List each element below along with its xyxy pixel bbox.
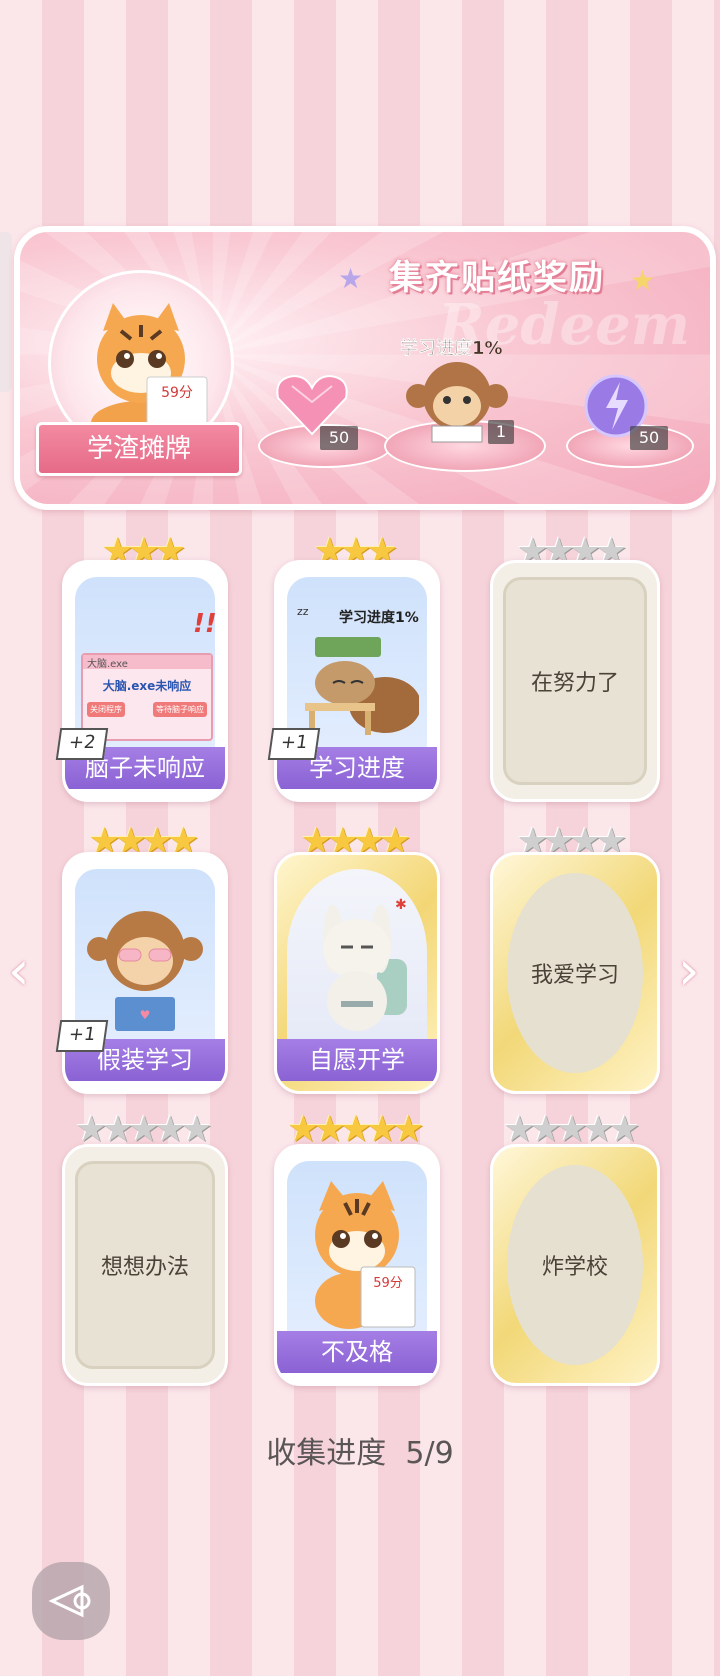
star-rating: ★ ★ ★ ★ ★ <box>490 1112 654 1148</box>
sloth-sleeping-icon <box>305 637 419 735</box>
sticker-card-voluntary-school[interactable]: ✱ 自愿开学 <box>274 852 440 1094</box>
fail-paper-score: 59分 <box>373 1276 403 1291</box>
back-arrow-icon <box>48 1584 91 1618</box>
sticker-card-pretend-study[interactable]: ♥ 假装学习 <box>62 852 228 1094</box>
duplicate-count-badge: +1 <box>55 1020 109 1052</box>
reward-count: 1 <box>488 420 514 444</box>
duplicate-count-badge: +1 <box>267 728 321 760</box>
card-art-caption: 学习进度1% <box>339 610 419 626</box>
card-name: 炸学校 <box>541 1255 608 1280</box>
gold-star-icon: ★ <box>630 264 656 297</box>
tiger-fail-paper-icon: 59分 <box>315 1181 416 1329</box>
banner-title: 集齐贴纸奖励 <box>389 258 605 298</box>
prev-page-arrow-icon[interactable]: ‹ <box>8 944 30 998</box>
card-name: 在努力了 <box>530 671 619 696</box>
sticker-card-locked[interactable]: 我爱学习 <box>490 852 660 1094</box>
close-program-button: 关闭程序 <box>87 702 125 717</box>
dialog-message: 大脑.exe未响应 <box>102 679 192 693</box>
card-name: 不及格 <box>277 1331 437 1373</box>
star-empty-icon: ★ <box>180 1109 213 1150</box>
sticker-card-locked[interactable]: 在努力了 <box>490 560 660 802</box>
monkey-reading-icon: ♥ <box>87 911 203 1031</box>
purple-star-icon: ★ <box>338 262 364 295</box>
exclaim-marks: !!! <box>193 609 215 639</box>
svg-text:✱: ✱ <box>395 897 407 913</box>
card-name: 想想办法 <box>100 1255 189 1280</box>
dialog-title: 大脑.exe <box>83 655 211 670</box>
svg-text:♥: ♥ <box>140 1008 151 1022</box>
sticker-card-fail[interactable]: 59分 不及格 <box>274 1144 440 1386</box>
next-page-arrow-icon[interactable]: › <box>678 944 700 998</box>
reward-count: 50 <box>320 426 358 450</box>
mascot-label: 学渣摊牌 <box>36 422 242 476</box>
mascot-paper-score: 59分 <box>161 385 193 401</box>
sleep-zz: zz <box>297 605 309 618</box>
duplicate-count-badge: +2 <box>55 728 109 760</box>
card-name: 自愿开学 <box>277 1039 437 1081</box>
side-drawer-tab[interactable] <box>0 232 12 392</box>
star-rating: ★ ★ ★ ★ ★ <box>274 1112 438 1148</box>
sticker-card-locked[interactable]: 炸学校 <box>490 1144 660 1386</box>
card-name: 我爱学习 <box>530 963 619 988</box>
back-button[interactable] <box>32 1562 110 1640</box>
sticker-card-study-progress[interactable]: 学习进度1% zz 学习进度 <box>274 560 440 802</box>
star-filled-icon: ★ <box>392 1109 425 1150</box>
star-rating: ★ ★ ★ ★ ★ <box>62 1112 226 1148</box>
sticker-card-brain-unresponsive[interactable]: !!! 大脑.exe 大脑.exe未响应 关闭程序 等待脑子响应 脑子未响应 <box>62 560 228 802</box>
bunny-backpack-icon: ✱ <box>323 897 407 1031</box>
collection-progress: 收集进度 5/9 <box>266 1436 454 1471</box>
star-empty-icon: ★ <box>608 1109 641 1150</box>
sticker-card-locked[interactable]: 想想办法 <box>62 1144 228 1386</box>
reward-count: 50 <box>630 426 668 450</box>
wait-button: 等待脑子响应 <box>153 702 207 717</box>
